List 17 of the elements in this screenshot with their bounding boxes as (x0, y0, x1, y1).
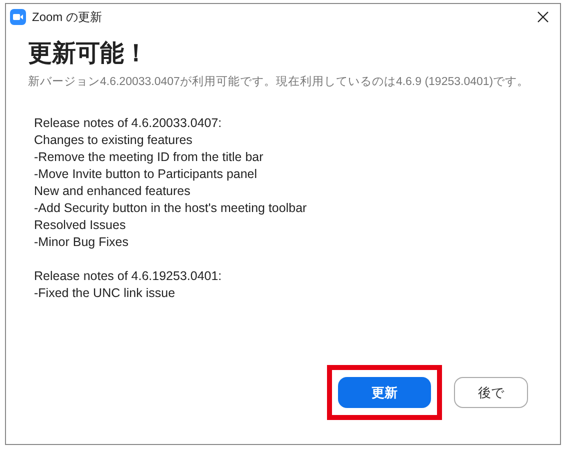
release-note-line: -Fixed the UNC link issue (34, 285, 176, 302)
video-camera-icon (10, 9, 26, 25)
heading: 更新可能！ (28, 39, 149, 69)
close-icon (537, 11, 549, 23)
release-note-line: -Move Invite button to Participants panel (34, 166, 258, 183)
window-title: Zoom の更新 (32, 8, 104, 26)
release-note-line: Release notes of 4.6.19253.0401: (34, 268, 223, 285)
version-info: 新バージョン4.6.20033.0407が利用可能です。現在利用しているのは4.6.9 (19253.0401)です。 (28, 74, 530, 89)
release-note-line: Release notes of 4.6.20033.0407: (34, 115, 223, 132)
release-note-line: New and enhanced features (34, 183, 192, 200)
release-note-line: Changes to existing features (34, 132, 194, 149)
release-note-line: Resolved Issues (34, 217, 127, 234)
release-note-line: -Remove the meeting ID from the title bar (34, 149, 264, 166)
later-button[interactable]: 後で (454, 377, 528, 408)
release-note-line: -Add Security button in the host's meeting toolbar (34, 200, 308, 217)
update-button[interactable]: 更新 (338, 377, 431, 408)
release-note-line: -Minor Bug Fixes (34, 234, 130, 251)
